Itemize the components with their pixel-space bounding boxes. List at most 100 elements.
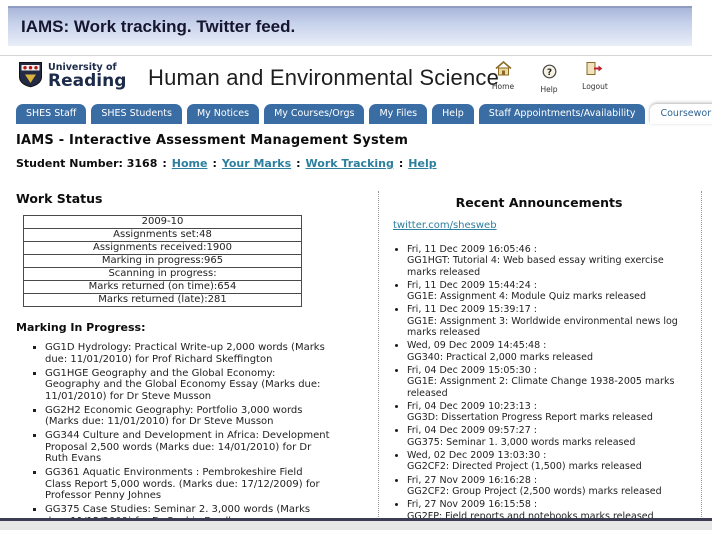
announcement-item: Fri, 11 Dec 2009 16:05:46 : GG1HGT: Tuto… xyxy=(407,244,692,278)
nav-tab-label: Staff Appointments/Availability xyxy=(488,108,636,119)
announcement-item: Fri, 27 Nov 2009 16:15:58 : GG2FP: Field… xyxy=(407,499,692,521)
breadcrumb-link[interactable]: Help xyxy=(408,157,436,170)
nav-tab[interactable]: My Files xyxy=(369,104,428,124)
work-status-column: Work Status 2009-10 Assignments set:48 A… xyxy=(14,191,376,518)
announcement-text: GG1E: Assignment 2: Climate Change 1938-… xyxy=(407,376,675,399)
announcements-list: Fri, 11 Dec 2009 16:05:46 : GG1HGT: Tuto… xyxy=(386,244,692,521)
work-status-table: 2009-10 Assignments set:48 Assignments r… xyxy=(23,215,302,307)
nav-tab-label: My Notices xyxy=(196,108,250,119)
marking-item: GG361 Aquatic Environments : Pembrokeshi… xyxy=(45,467,332,502)
page-body: IAMS - Interactive Assessment Management… xyxy=(0,133,712,521)
nav-tab-label: Coursework Submission xyxy=(660,108,712,119)
logout-label: Logout xyxy=(582,82,608,91)
announcement-item: Fri, 11 Dec 2009 15:44:24 : GG1E: Assign… xyxy=(407,280,692,303)
marking-item: GG2H2 Economic Geography: Portfolio 3,00… xyxy=(45,405,332,428)
announcement-date: Fri, 04 Dec 2009 10:23:13 : xyxy=(407,400,537,412)
slide-title: IAMS: Work tracking. Twitter feed. xyxy=(8,6,692,46)
announcement-text: GG375: Seminar 1. 3,000 words marks rele… xyxy=(407,436,636,448)
announcement-item: Wed, 02 Dec 2009 13:03:30 : GG2CF2: Dire… xyxy=(407,450,692,473)
announcement-date: Fri, 04 Dec 2009 15:05:30 : xyxy=(407,364,537,376)
logo-text: University of Reading xyxy=(48,63,126,91)
header-actions: Home ? Help Logout xyxy=(484,60,614,94)
announcement-item: Fri, 04 Dec 2009 10:23:13 : GG3D: Disser… xyxy=(407,401,692,424)
marking-item: GG375 Case Studies: Seminar 2. 3,000 wor… xyxy=(45,504,332,518)
nav-tab-label: SHES Students xyxy=(101,108,172,119)
announcement-date: Wed, 09 Dec 2009 14:45:48 : xyxy=(407,340,547,352)
nav-tab[interactable]: SHES Staff xyxy=(16,104,87,124)
slide: IAMS: Work tracking. Twitter feed. Unive… xyxy=(0,0,720,540)
announcement-text: GG1E: Assignment 3: Worldwide environmen… xyxy=(407,315,678,339)
announcement-item: Wed, 09 Dec 2009 14:45:48 : GG340: Pract… xyxy=(407,340,692,363)
nav-tabs: SHES Staff SHES Students My Notices My C… xyxy=(0,102,712,124)
work-status-row: Scanning in progress: xyxy=(24,268,301,281)
shield-icon xyxy=(18,61,43,92)
breadcrumb-link[interactable]: Your Marks xyxy=(222,157,291,170)
nav-tab[interactable]: Staff Appointments/Availability xyxy=(478,104,646,124)
help-button[interactable]: ? Help xyxy=(530,64,568,94)
right-border-divider xyxy=(701,191,702,518)
home-button[interactable]: Home xyxy=(484,60,522,94)
breadcrumb-link[interactable]: Work Tracking xyxy=(306,157,394,170)
announcement-date: Fri, 11 Dec 2009 15:39:17 : xyxy=(407,304,537,316)
university-logo[interactable]: University of Reading xyxy=(18,61,126,92)
announcement-item: Fri, 04 Dec 2009 09:57:27 : GG375: Semin… xyxy=(407,425,692,448)
logout-icon xyxy=(586,61,604,80)
nav-tab[interactable]: Help xyxy=(432,104,474,124)
breadcrumb: Student Number: 3168: Home: Your Marks: Wor… xyxy=(16,157,712,170)
slide-footer-strip xyxy=(0,521,712,530)
site-header: University of Reading Human and Environm… xyxy=(0,56,712,102)
nav-tab[interactable]: SHES Students xyxy=(91,104,182,124)
marking-item: GG344 Culture and Development in Africa:… xyxy=(45,430,332,465)
breadcrumb-separator: : xyxy=(296,157,301,170)
announcements-column: Recent Announcements twitter.com/shesweb… xyxy=(386,195,692,521)
department-title: Human and Environmental Science xyxy=(148,65,500,90)
announcement-text: GG2FP: Field reports and notebooks marks… xyxy=(407,510,654,521)
breadcrumb-link[interactable]: Home xyxy=(172,157,208,170)
logout-button[interactable]: Logout xyxy=(576,61,614,94)
home-label: Home xyxy=(491,82,515,91)
announcement-item: Fri, 27 Nov 2009 16:16:28 : GG2CF2: Grou… xyxy=(407,475,692,498)
announcement-text: GG340: Practical 2,000 marks released xyxy=(407,351,593,363)
work-status-row: Marking in progress:965 xyxy=(24,255,301,268)
announcement-item: Fri, 04 Dec 2009 15:05:30 : GG1E: Assign… xyxy=(407,365,692,399)
announcement-date: Fri, 11 Dec 2009 15:44:24 : xyxy=(407,279,537,291)
breadcrumb-separator: : xyxy=(212,157,217,170)
nav-tab[interactable]: My Notices xyxy=(186,104,260,124)
help-label: Help xyxy=(540,85,558,94)
announcement-text: GG1E: Assignment 4: Module Quiz marks re… xyxy=(407,291,647,303)
marking-item: GG1HGE Geography and the Global Economy:… xyxy=(45,368,332,403)
help-icon: ? xyxy=(542,64,557,83)
twitter-link[interactable]: twitter.com/shesweb xyxy=(393,220,497,231)
student-number: Student Number: 3168 xyxy=(16,157,158,170)
nav-tab[interactable]: My Courses/Orgs xyxy=(264,104,365,124)
announcement-date: Fri, 04 Dec 2009 09:57:27 : xyxy=(407,425,537,437)
nav-tab-label: SHES Staff xyxy=(26,108,77,119)
browser-screenshot: University of Reading Human and Environm… xyxy=(0,55,712,521)
work-status-row: Marks returned (on time):654 xyxy=(24,281,301,294)
breadcrumb-separator: : xyxy=(398,157,404,170)
announcements-heading: Recent Announcements xyxy=(455,195,623,210)
work-status-row: Assignments set:48 xyxy=(24,229,301,242)
work-status-row: Assignments received:1900 xyxy=(24,242,301,255)
announcement-date: Wed, 02 Dec 2009 13:03:30 : xyxy=(407,450,547,462)
breadcrumb-separator: : xyxy=(162,157,167,170)
nav-tab-label: Help xyxy=(442,108,464,119)
announcement-date: Fri, 27 Nov 2009 16:15:58 : xyxy=(407,499,538,511)
page-title: IAMS - Interactive Assessment Management… xyxy=(16,133,409,148)
nav-tab[interactable]: Coursework Submission xyxy=(650,104,712,124)
announcement-date: Fri, 27 Nov 2009 16:16:28 : xyxy=(407,474,538,486)
column-divider xyxy=(378,191,379,518)
announcement-text: GG2CF2: Directed Project (1,500) marks r… xyxy=(407,461,642,473)
marking-list: GG1D Hydrology: Practical Write-up 2,000… xyxy=(14,342,332,518)
announcement-date: Fri, 11 Dec 2009 16:05:46 : xyxy=(407,244,537,255)
work-status-row: Marks returned (late):281 xyxy=(98,294,227,305)
work-status-heading: Work Status xyxy=(16,191,103,206)
announcement-text: GG1HGT: Tutorial 4: Web based essay writ… xyxy=(407,255,664,278)
announcement-text: GG3D: Dissertation Progress Report marks… xyxy=(407,412,653,424)
home-icon xyxy=(494,60,512,80)
work-status-row: 2009-10 xyxy=(24,216,301,229)
marking-heading: Marking In Progress: xyxy=(16,321,146,334)
announcement-text: GG2CF2: Group Project (2,500 words) mark… xyxy=(407,485,662,497)
nav-tab-label: My Files xyxy=(379,108,418,119)
logo-line2: Reading xyxy=(48,71,127,92)
